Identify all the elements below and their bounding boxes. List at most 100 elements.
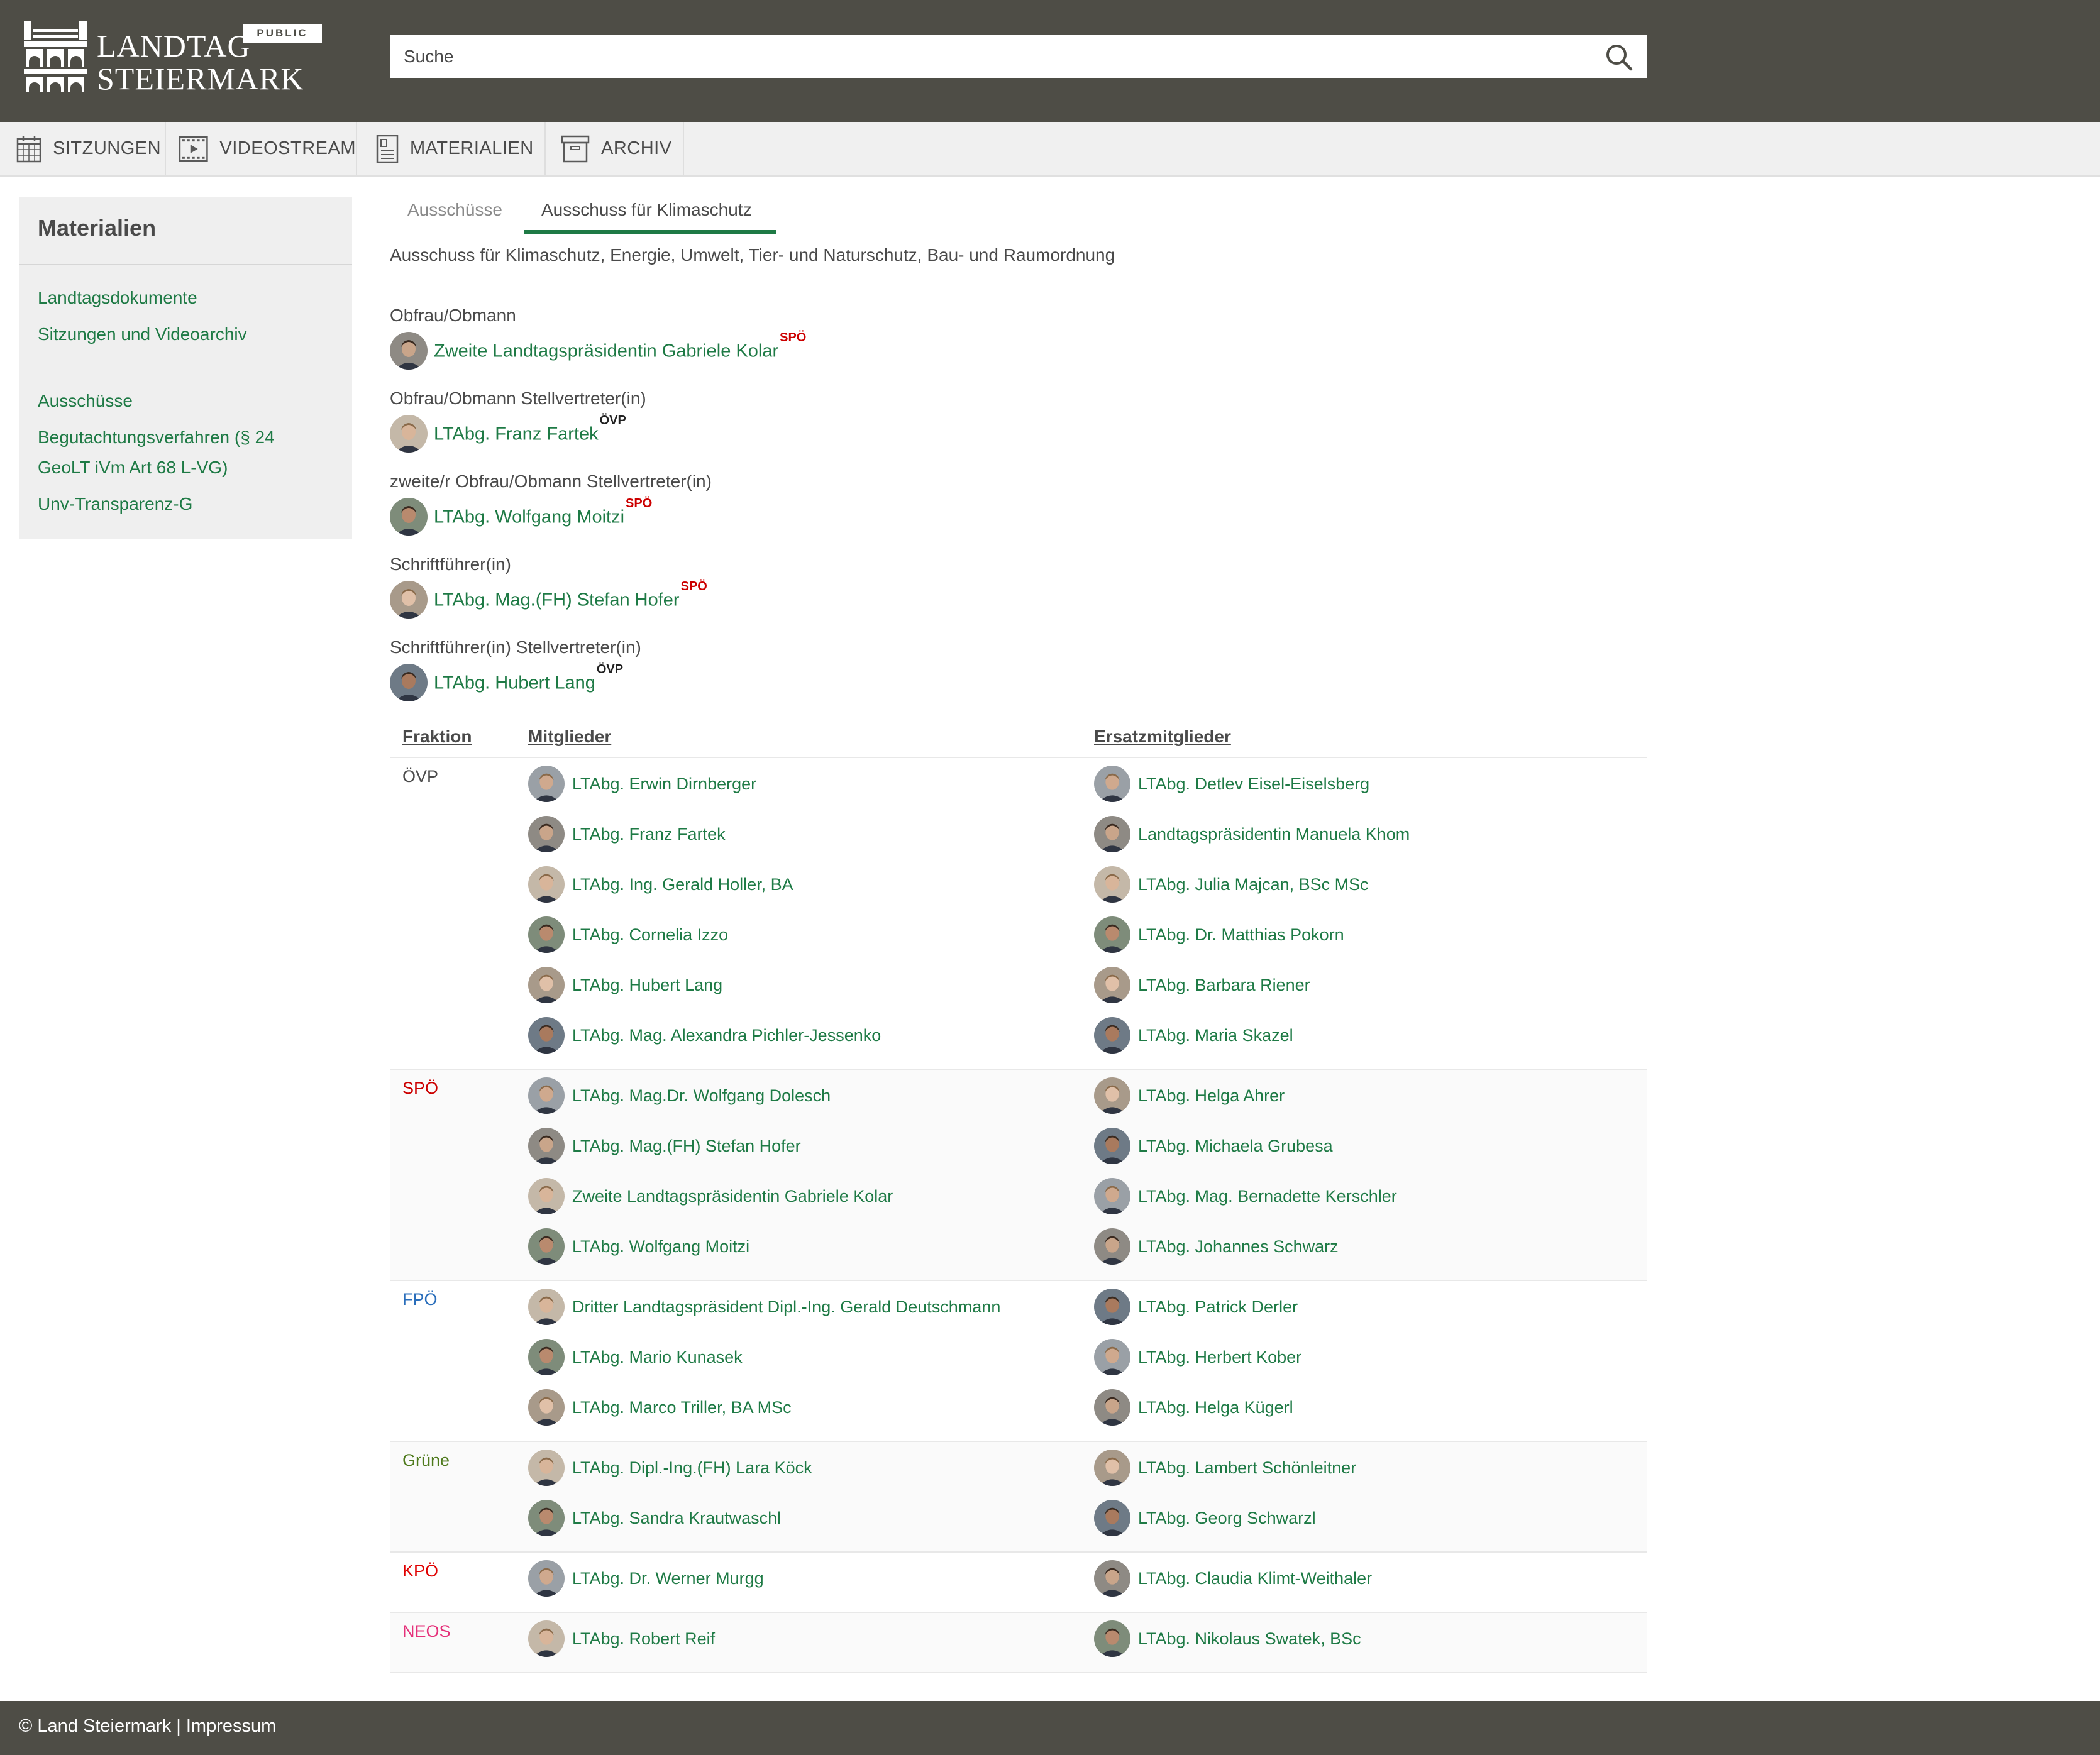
portrait-icon [1094,1289,1130,1325]
portrait-icon [528,1450,565,1486]
table-row[interactable]: LTAbg. Erwin Dirnberger [528,766,756,802]
member-name: LTAbg. Robert Reif [572,1629,716,1648]
portrait-icon [528,1228,565,1265]
column-header-mitglieder[interactable]: Mitglieder [528,727,611,747]
table-row[interactable]: LTAbg. Patrick Derler [1094,1289,1298,1325]
avatar [1094,1450,1130,1486]
avatar [1094,866,1130,903]
avatar [528,1620,565,1657]
sidebar-link-unv-transparenz[interactable]: Unv-Transparenz-G [38,489,192,519]
table-row[interactable]: LTAbg. Mag.Dr. Wolfgang Dolesch [528,1077,831,1114]
search-bar [390,35,1647,78]
avatar [1094,1620,1130,1657]
portrait-icon [528,1389,565,1426]
table-row[interactable]: LTAbg. Hubert Lang [528,967,722,1003]
table-row[interactable]: LTAbg. Lambert Schönleitner [1094,1450,1356,1486]
table-row[interactable]: LTAbg. Sandra Krautwaschl [528,1500,781,1536]
table-row[interactable]: LTAbg. Mario Kunasek [528,1339,743,1375]
nav-item-materialien[interactable]: MATERIALIEN [358,122,546,175]
table-row[interactable]: Zweite Landtagspräsidentin Gabriele Kola… [528,1178,893,1214]
table-row[interactable]: Landtagspräsidentin Manuela Khom [1094,816,1410,852]
table-row[interactable]: LTAbg. Mag.(FH) Stefan Hofer [528,1128,801,1164]
table-row[interactable]: Dritter Landtagspräsident Dipl.-Ing. Ger… [528,1289,1000,1325]
table-row[interactable]: LTAbg. Michaela Grubesa [1094,1128,1333,1164]
role-person-schriftfuehrer[interactable]: LTAbg. Mag.(FH) Stefan HoferSPÖ [390,580,707,619]
tab-ausschuesse[interactable]: Ausschüsse [407,200,502,220]
table-row[interactable]: LTAbg. Dr. Werner Murgg [528,1560,764,1597]
table-row[interactable]: LTAbg. Helga Kügerl [1094,1389,1293,1426]
member-name: LTAbg. Johannes Schwarz [1138,1236,1339,1256]
avatar [528,1450,565,1486]
portrait-icon [1094,1450,1130,1486]
committee-full-name: Ausschuss für Klimaschutz, Energie, Umwe… [390,245,1115,265]
table-row[interactable]: LTAbg. Dr. Matthias Pokorn [1094,916,1344,953]
role-label-schriftfuehrer-stv: Schriftführer(in) Stellvertreter(in) [390,637,641,657]
landhaus-logo-icon [24,21,87,92]
table-row[interactable]: LTAbg. Julia Majcan, BSc MSc [1094,866,1369,903]
table-row[interactable]: LTAbg. Mag. Bernadette Kerschler [1094,1178,1397,1214]
table-row[interactable]: LTAbg. Maria Skazel [1094,1017,1293,1054]
role-person-schriftfuehrer-stv[interactable]: LTAbg. Hubert LangÖVP [390,663,623,701]
column-header-fraktion[interactable]: Fraktion [402,727,472,747]
fraktion-label: Grüne [402,1451,450,1470]
role-person-zweite-obmann-stv[interactable]: LTAbg. Wolfgang MoitziSPÖ [390,497,652,536]
table-row[interactable]: LTAbg. Ing. Gerald Holler, BA [528,866,793,903]
nav-item-sitzungen[interactable]: SITZUNGEN [0,122,166,175]
sidebar-link-landtagsdokumente[interactable]: Landtagsdokumente [38,283,197,313]
role-label-schriftfuehrer: Schriftführer(in) [390,554,511,574]
table-row[interactable]: LTAbg. Herbert Kober [1094,1339,1301,1375]
member-name: LTAbg. Patrick Derler [1138,1297,1298,1316]
fraktion-label: FPÖ [402,1290,438,1309]
table-row[interactable]: LTAbg. Cornelia Izzo [528,916,728,953]
table-row[interactable]: LTAbg. Barbara Riener [1094,967,1310,1003]
sidebar-title: Materialien [38,215,157,241]
table-row[interactable]: LTAbg. Georg Schwarzl [1094,1500,1316,1536]
portrait-icon [1094,766,1130,802]
nav-item-videostream[interactable]: VIDEOSTREAM [167,122,357,175]
portrait-icon [1094,967,1130,1003]
column-header-ersatzmitglieder[interactable]: Ersatzmitglieder [1094,727,1231,747]
table-row[interactable]: LTAbg. Marco Triller, BA MSc [528,1389,792,1426]
table-row[interactable]: LTAbg. Robert Reif [528,1620,715,1657]
fraktion-label: SPÖ [402,1079,439,1098]
portrait-icon [528,816,565,852]
avatar [390,332,428,370]
member-name: LTAbg. Claudia Klimt-Weithaler [1138,1568,1373,1588]
nav-item-archiv[interactable]: ARCHIV [547,122,684,175]
table-row[interactable]: LTAbg. Mag. Alexandra Pichler-Jessenko [528,1017,881,1054]
table-row[interactable]: LTAbg. Johannes Schwarz [1094,1228,1339,1265]
portrait-icon [528,1560,565,1597]
search-input[interactable] [390,35,1603,78]
sidebar-link-begutachtungsverfahren[interactable]: Begutachtungsverfahren (§ 24 [38,422,275,453]
avatar [528,866,565,903]
portrait-icon [528,1289,565,1325]
table-row[interactable]: LTAbg. Claudia Klimt-Weithaler [1094,1560,1372,1597]
tab-ausschuss-klimaschutz[interactable]: Ausschuss für Klimaschutz [524,200,776,234]
avatar [1094,1389,1130,1426]
portrait-icon [390,415,428,453]
sidebar-link-begutachtungsverfahren-line2[interactable]: GeoLT iVm Art 68 L-VG) [38,453,228,483]
table-row[interactable]: LTAbg. Wolfgang Moitzi [528,1228,749,1265]
nav-label-sitzungen: SITZUNGEN [53,138,162,158]
sidebar-link-sitzungen-videoarchiv[interactable]: Sitzungen und Videoarchiv [38,319,247,349]
site-logo[interactable]: LANDTAG STEIERMARK PUBLIC [24,20,332,94]
search-icon[interactable] [1603,41,1635,73]
role-person-obmann[interactable]: Zweite Landtagspräsidentin Gabriele Kola… [390,331,807,370]
table-row[interactable]: LTAbg. Detlev Eisel-Eiselsberg [1094,766,1369,802]
table-row[interactable]: LTAbg. Nikolaus Swatek, BSc [1094,1620,1361,1657]
logo-text-landtag: LANDTAG [97,28,251,63]
member-name: LTAbg. Franz Fartek [572,824,726,844]
table-divider [390,757,1647,758]
member-name: LTAbg. Marco Triller, BA MSc [572,1397,792,1417]
role-person-obmann-stv[interactable]: LTAbg. Franz FartekÖVP [390,414,626,453]
table-row[interactable]: LTAbg. Dipl.-Ing.(FH) Lara Köck [528,1450,812,1486]
member-name: LTAbg. Wolfgang Moitzi [572,1236,750,1256]
sidebar-link-ausschuesse[interactable]: Ausschüsse [38,386,133,416]
role-person-name: Zweite Landtagspräsidentin Gabriele Kola… [434,331,807,361]
portrait-icon [528,1077,565,1114]
avatar [528,1077,565,1114]
portrait-icon [1094,1560,1130,1597]
table-row[interactable]: LTAbg. Helga Ahrer [1094,1077,1285,1114]
table-row[interactable]: LTAbg. Franz Fartek [528,816,726,852]
footer-link-impressum[interactable]: Impressum [186,1716,276,1736]
